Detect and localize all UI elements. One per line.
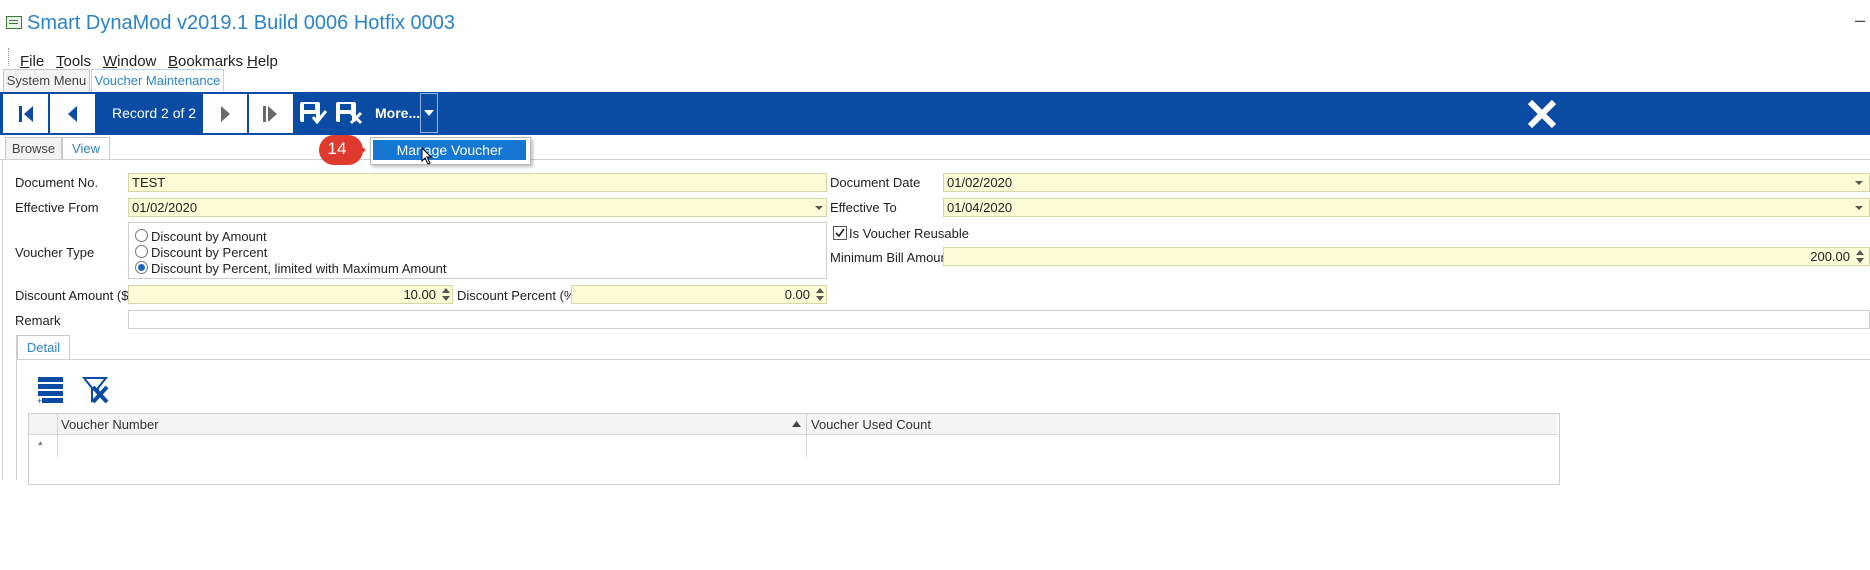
spinner-icon[interactable]	[442, 287, 450, 303]
next-record-button[interactable]	[203, 94, 247, 133]
menu-bookmarks[interactable]: Bookmarks	[168, 53, 243, 70]
grid-column-divider	[57, 414, 58, 457]
last-record-button[interactable]	[249, 94, 293, 133]
radio-label-percent-limited: Discount by Percent, limited with Maximu…	[151, 261, 447, 276]
effective-from-label: Effective From	[15, 200, 99, 215]
effective-to-label: Effective To	[830, 200, 897, 215]
spinner-icon[interactable]	[1856, 249, 1864, 265]
more-dropdown-button[interactable]	[420, 93, 438, 133]
menu-file[interactable]: File	[20, 53, 44, 70]
spinner-icon[interactable]	[816, 287, 824, 303]
tab-divider	[0, 159, 1870, 160]
step-badge-number: 14	[327, 139, 347, 158]
document-no-field[interactable]: TEST	[128, 173, 827, 192]
is-voucher-reusable-label: Is Voucher Reusable	[849, 226, 969, 241]
radio-discount-by-amount[interactable]	[135, 229, 148, 242]
next-icon	[221, 105, 230, 122]
tab-voucher-maintenance[interactable]: Voucher Maintenance	[91, 69, 224, 92]
is-voucher-reusable-checkbox[interactable]	[833, 226, 847, 240]
effective-to-field[interactable]: 01/04/2020	[943, 198, 1870, 217]
minimum-bill-label: Minimum Bill Amount	[830, 250, 952, 265]
delete-row-button[interactable]	[81, 376, 109, 404]
close-button[interactable]	[1525, 97, 1559, 131]
window-title: Smart DynaMod v2019.1 Build 0006 Hotfix …	[27, 12, 456, 34]
app-icon	[6, 16, 22, 29]
mouse-cursor-icon	[421, 147, 433, 165]
document-date-value: 01/02/2020	[947, 175, 1013, 190]
document-date-label: Document Date	[830, 175, 921, 190]
checkmark-icon	[835, 228, 845, 238]
record-indicator: Record 2 of 2	[112, 105, 197, 121]
minimum-bill-field[interactable]: 200.00	[943, 247, 1870, 266]
discount-percent-label: Discount Percent (%)	[457, 288, 580, 303]
radio-label-percent: Discount by Percent	[151, 245, 268, 260]
chevron-down-icon	[1855, 206, 1863, 210]
sort-ascending-icon	[792, 421, 801, 427]
document-date-field[interactable]: 01/02/2020	[943, 173, 1870, 192]
detail-divider	[16, 359, 1870, 360]
effective-from-value: 01/02/2020	[132, 200, 198, 215]
chevron-down-icon	[1855, 181, 1863, 185]
last-record-icon	[263, 105, 277, 122]
save-icon	[300, 102, 328, 125]
previous-icon	[67, 105, 77, 122]
new-row-indicator: *	[38, 439, 43, 453]
menu-tools[interactable]: Tools	[56, 53, 91, 70]
radio-discount-by-percent[interactable]	[135, 245, 148, 258]
chevron-down-icon	[424, 110, 434, 116]
voucher-type-label: Voucher Type	[15, 245, 95, 260]
previous-record-button[interactable]	[50, 94, 95, 133]
radio-label-amount: Discount by Amount	[151, 229, 267, 244]
cancel-button[interactable]	[334, 99, 364, 127]
save-button[interactable]	[298, 99, 328, 127]
discount-amount-label: Discount Amount ($)	[15, 288, 133, 303]
grid-column-divider	[806, 414, 807, 457]
effective-from-field[interactable]: 01/02/2020	[128, 198, 827, 217]
discount-percent-value: 0.00	[784, 287, 810, 302]
minimize-button[interactable]: –	[1855, 10, 1865, 31]
radio-discount-by-percent-limited[interactable]	[135, 261, 148, 274]
menu-help[interactable]: Help	[247, 53, 278, 70]
menu-grip	[8, 48, 12, 66]
manage-voucher-menu-item[interactable]: Manage Voucher	[373, 140, 526, 160]
close-icon	[1527, 99, 1557, 129]
column-header-voucher-number[interactable]: Voucher Number	[61, 417, 159, 432]
discount-amount-value: 10.00	[403, 287, 436, 302]
tab-system-menu[interactable]: System Menu	[3, 69, 90, 92]
svg-text:+: +	[37, 396, 42, 404]
tab-browse[interactable]: Browse	[5, 137, 62, 160]
tab-detail[interactable]: Detail	[17, 335, 70, 360]
tab-view[interactable]: View	[62, 137, 110, 160]
first-record-icon	[18, 105, 33, 122]
discount-percent-field[interactable]: 0.00	[571, 285, 827, 304]
add-row-button[interactable]: +	[37, 376, 65, 404]
remark-field[interactable]	[128, 310, 1870, 329]
more-button[interactable]: More...	[375, 105, 420, 121]
minimum-bill-value: 200.00	[1810, 249, 1850, 264]
document-no-label: Document No.	[15, 175, 99, 190]
remark-label: Remark	[15, 313, 61, 328]
chevron-down-icon	[815, 206, 823, 210]
cancel-icon	[336, 102, 363, 125]
document-no-value: TEST	[132, 175, 166, 190]
discount-amount-field[interactable]: 10.00	[128, 285, 453, 304]
first-record-button[interactable]	[3, 94, 48, 133]
panel-border	[2, 160, 3, 480]
column-header-voucher-used-count[interactable]: Voucher Used Count	[811, 417, 931, 432]
menu-window[interactable]: Window	[103, 53, 156, 70]
effective-to-value: 01/04/2020	[947, 200, 1013, 215]
